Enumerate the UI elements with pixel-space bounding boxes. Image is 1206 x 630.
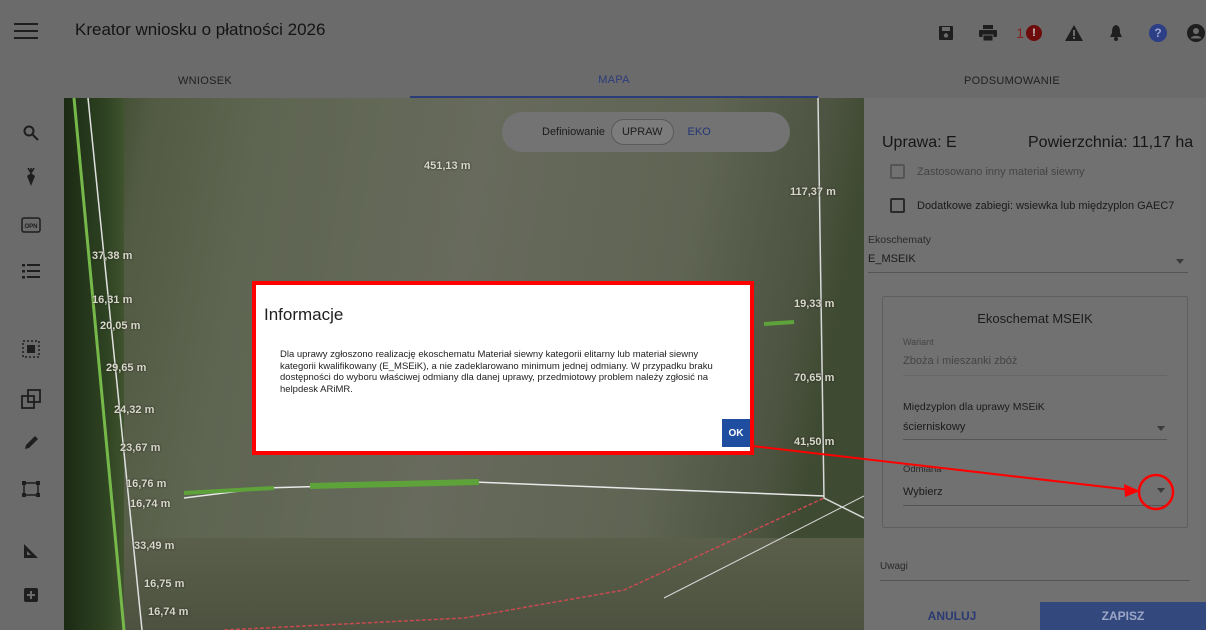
measurement-label: 29,65 m [106, 362, 147, 374]
app-bar: Kreator wniosku o płatności 2026 1 ! ? [0, 0, 1206, 64]
dialog-message: Dla uprawy zgłoszono realizację ekoschem… [280, 349, 713, 395]
cancel-button[interactable]: ANULUJ [864, 602, 1040, 630]
account-icon[interactable] [1186, 19, 1206, 47]
save-button[interactable]: ZAPISZ [1040, 602, 1206, 630]
variety-value[interactable]: Wybierz [903, 486, 943, 498]
extra-treatment-row: Dodatkowe zabiegi: wsiewka lub międzyplo… [890, 198, 1174, 213]
measurement-label: 70,65 m [794, 372, 835, 384]
print-icon[interactable] [974, 19, 1002, 47]
error-icon[interactable]: ! [1026, 25, 1042, 41]
measurement-label: 16,75 m [144, 578, 185, 590]
map-tools-sidebar: OPN [0, 98, 64, 630]
menu-icon[interactable] [12, 18, 40, 46]
copy-shape-icon[interactable] [18, 386, 44, 412]
extra-treatment-label: Dodatkowe zabiegi: wsiewka lub międzyplo… [917, 199, 1175, 212]
error-count: 1 [1016, 25, 1024, 41]
divider [903, 505, 1167, 506]
toggle-upraw[interactable]: UPRAW [610, 119, 674, 145]
measurement-label: 117,37 m [790, 186, 836, 198]
divider [903, 439, 1167, 440]
information-dialog: Informacje Dla uprawy zgłoszono realizac… [252, 281, 754, 455]
measurement-label: 24,32 m [114, 404, 155, 416]
search-icon[interactable] [18, 120, 44, 146]
notes-label: Uwagi [880, 561, 908, 572]
measurement-label: 19,33 m [794, 298, 835, 310]
svg-text:OPN: OPN [24, 224, 37, 230]
ok-button[interactable]: OK [722, 419, 750, 447]
measurement-label: 16,74 m [148, 606, 189, 618]
chevron-down-icon[interactable] [1157, 426, 1165, 431]
tab-mapa[interactable]: MAPA [410, 64, 818, 98]
variant-value: Zboża i mieszanki zbóż [903, 355, 1018, 367]
measure-angle-icon[interactable] [18, 538, 44, 564]
dialog-title: Informacje [264, 305, 344, 324]
crop-panel: Uprawa: E Powierzchnia: 11,17 ha Zastoso… [864, 98, 1206, 630]
measurement-label: 16,74 m [130, 498, 171, 510]
other-material-row: Zastosowano inny materiał siewny [890, 164, 1085, 179]
measurement-label: 451,13 m [424, 160, 471, 172]
bell-icon[interactable] [1102, 19, 1130, 47]
measurement-label: 41,50 m [794, 436, 835, 448]
measurement-label: 16,31 m [92, 294, 133, 306]
measurement-label: 23,67 m [120, 442, 161, 454]
ecoscheme-card-title: Ekoschemat MSEIK [977, 311, 1093, 326]
catch-crop-value[interactable]: ścierniskowy [903, 421, 965, 433]
define-mode-toggle: Definiowanie UPRAW EKO [502, 112, 790, 152]
define-label: Definiowanie [542, 126, 605, 138]
notes-input[interactable] [880, 580, 1190, 581]
polygon-edit-icon[interactable] [18, 476, 44, 502]
save-icon[interactable] [932, 19, 960, 47]
measurement-label: 37,38 m [92, 250, 133, 262]
extra-treatment-checkbox[interactable] [890, 198, 905, 213]
pencil-icon[interactable] [18, 430, 44, 456]
divider [868, 272, 1188, 273]
main-tabs: WNIOSEK MAPA PODSUMOWANIE [0, 64, 1206, 98]
crop-title: Uprawa: E [882, 134, 957, 151]
app-title: Kreator wniosku o płatności 2026 [75, 20, 326, 39]
variant-label: Wariant [903, 337, 934, 347]
catch-crop-label: Międzyplon dla uprawy MSEiK [903, 401, 1045, 413]
area-title: Powierzchnia: 11,17 ha [1028, 134, 1194, 151]
tab-podsumowanie[interactable]: PODSUMOWANIE [818, 64, 1206, 98]
toggle-eko[interactable]: EKO [688, 126, 711, 138]
help-icon[interactable]: ? [1144, 19, 1172, 47]
chevron-down-icon[interactable] [1157, 488, 1165, 493]
opn-icon[interactable]: OPN [18, 212, 44, 238]
other-material-label: Zastosowano inny materiał siewny [917, 165, 1085, 178]
toolbar-icons: 1 ! ? [932, 19, 1206, 47]
measurement-label: 20,05 m [100, 320, 141, 332]
ecoschemes-label: Ekoschematy [868, 234, 932, 246]
variety-label: Odmiana [903, 464, 942, 475]
select-area-icon[interactable] [18, 336, 44, 362]
warning-icon[interactable] [1060, 19, 1088, 47]
measurement-label: 16,76 m [126, 478, 167, 490]
measurement-label: 33,49 m [134, 540, 175, 552]
other-material-checkbox[interactable] [890, 164, 905, 179]
ecoscheme-mseik-card: Ekoschemat MSEIK Wariant Zboża i mieszan… [882, 296, 1188, 528]
add-box-icon[interactable] [18, 582, 44, 608]
carrot-icon[interactable] [18, 164, 44, 190]
ecoschemes-value[interactable]: E_MSEIK [868, 253, 916, 265]
tab-wniosek[interactable]: WNIOSEK [0, 64, 410, 98]
chevron-down-icon[interactable] [1176, 259, 1184, 264]
divider [903, 375, 1167, 376]
svg-text:?: ? [1154, 26, 1161, 40]
list-icon[interactable] [18, 258, 44, 284]
